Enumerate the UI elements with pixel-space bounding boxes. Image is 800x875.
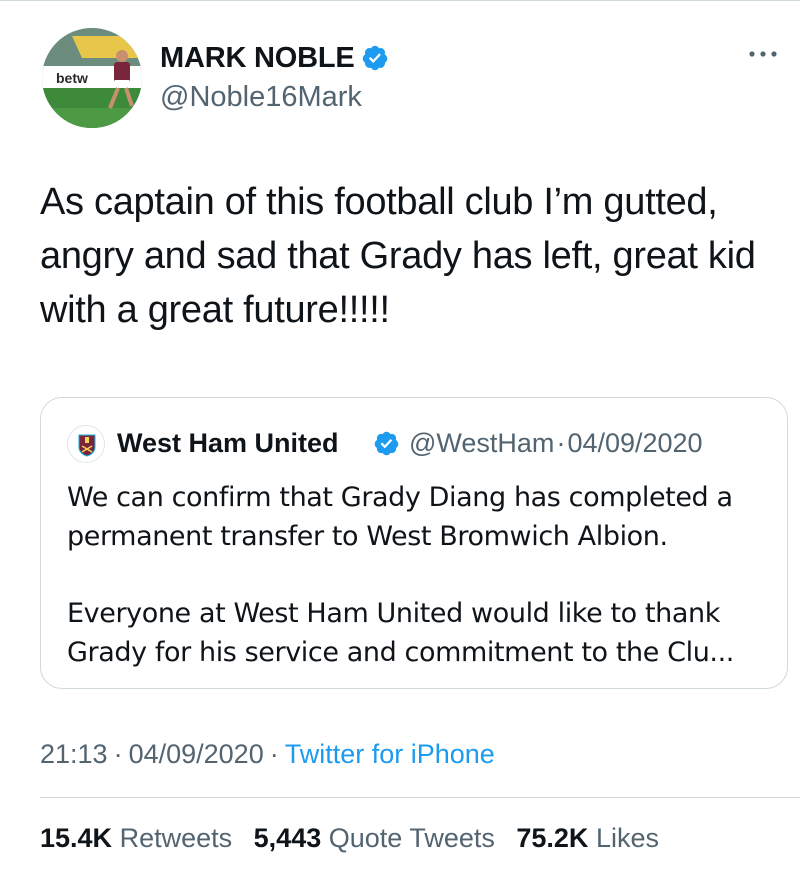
stats-divider xyxy=(40,797,800,798)
quoted-display-name[interactable]: West Ham United xyxy=(117,426,339,460)
verified-badge-icon xyxy=(362,45,388,71)
quoted-paragraph: Everyone at West Ham United would like t… xyxy=(67,598,734,668)
quoted-date[interactable]: 04/09/2020 xyxy=(567,428,702,458)
tweet-time[interactable]: 21:13 xyxy=(40,739,108,769)
profile-photo-icon: betw xyxy=(42,28,142,128)
top-divider xyxy=(0,0,800,1)
quoted-avatar[interactable] xyxy=(67,425,105,463)
author-avatar[interactable]: betw xyxy=(42,28,142,128)
author-display-name[interactable]: MARK NOBLE xyxy=(160,40,355,76)
author-handle[interactable]: @Noble16Mark xyxy=(160,80,362,114)
tweet-date[interactable]: 04/09/2020 xyxy=(129,739,264,769)
quoted-tweet[interactable]: West Ham United @WestHam·04/09/2020 We c… xyxy=(40,397,788,689)
quote-tweets-label: Quote Tweets xyxy=(328,823,495,853)
quoted-text: We can confirm that Grady Diang has comp… xyxy=(67,478,777,672)
likes-label: Likes xyxy=(595,823,659,853)
quoted-meta: @WestHam·04/09/2020 xyxy=(409,426,703,460)
retweets-count: 15.4K xyxy=(40,823,113,853)
likes-stat[interactable]: 75.2K Likes xyxy=(516,820,659,856)
tweet-meta: 21:13 · 04/09/2020 · Twitter for iPhone xyxy=(40,736,495,772)
avatar-sponsor-text: betw xyxy=(56,70,88,86)
verified-badge-icon xyxy=(374,431,399,456)
quote-tweets-count: 5,443 xyxy=(253,823,322,853)
likes-count: 75.2K xyxy=(516,823,589,853)
tweet-source-link[interactable]: Twitter for iPhone xyxy=(285,739,495,769)
quoted-handle[interactable]: @WestHam xyxy=(409,428,554,458)
separator-dot: · xyxy=(556,428,566,458)
west-ham-crest-icon xyxy=(68,426,104,462)
tweet-text: As captain of this football club I’m gut… xyxy=(40,181,756,331)
separator-dot: · xyxy=(269,739,279,769)
separator-dot: · xyxy=(113,739,123,769)
quote-tweets-stat[interactable]: 5,443 Quote Tweets xyxy=(254,820,495,856)
ellipsis-icon[interactable] xyxy=(746,44,780,64)
engagement-stats: 15.4K Retweets 5,443 Quote Tweets 75.2K … xyxy=(40,820,673,856)
retweets-stat[interactable]: 15.4K Retweets xyxy=(40,820,232,856)
retweets-label: Retweets xyxy=(119,823,233,853)
quoted-paragraph: We can confirm that Grady Diang has comp… xyxy=(67,482,733,552)
